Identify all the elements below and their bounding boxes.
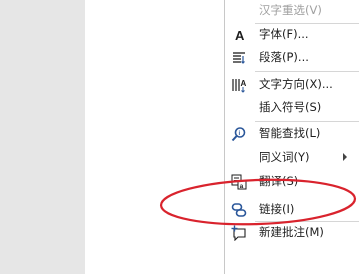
svg-text:A: A	[241, 79, 247, 88]
menu-item-label: 文字方向(X)...	[259, 77, 333, 91]
menu-item-label: 汉字重选(V)	[259, 3, 322, 17]
menu-item-label: 链接(I)	[259, 202, 295, 216]
menu-separator	[255, 71, 359, 72]
context-menu: 汉字重选(V) A 字体(F)... 段落(P)... A 文字方向(X)...…	[224, 0, 359, 274]
text-direction-icon: A	[230, 76, 248, 94]
menu-item-reselect-hanzi: 汉字重选(V)	[225, 0, 359, 22]
new-comment-icon	[230, 224, 248, 242]
menu-item-synonyms[interactable]: 同义词(Y)	[225, 146, 359, 169]
chevron-right-icon	[343, 153, 347, 161]
menu-item-label: 插入符号(S)	[259, 100, 322, 114]
menu-item-label: 智能查找(L)	[259, 126, 321, 140]
menu-item-link[interactable]: 链接(I)	[225, 198, 359, 221]
link-icon	[230, 201, 248, 219]
paragraph-icon	[230, 49, 248, 67]
menu-item-label: 新建批注(M)	[259, 225, 324, 239]
svg-text:A: A	[235, 28, 245, 42]
menu-item-translate[interactable]: a 翻译(S)	[225, 170, 359, 193]
svg-text:a: a	[240, 183, 244, 190]
menu-item-label: 同义词(Y)	[259, 150, 310, 164]
menu-item-font[interactable]: A 字体(F)...	[225, 23, 359, 46]
translate-icon: a	[230, 173, 248, 191]
font-icon: A	[230, 26, 248, 44]
menu-item-paragraph[interactable]: 段落(P)...	[225, 46, 359, 69]
menu-item-insert-symbol[interactable]: 插入符号(S)	[225, 96, 359, 119]
menu-item-text-direction[interactable]: A 文字方向(X)...	[225, 73, 359, 96]
smart-lookup-icon: i	[230, 125, 248, 143]
menu-item-smart-lookup[interactable]: i 智能查找(L)	[225, 122, 359, 145]
menu-item-new-comment[interactable]: 新建批注(M)	[225, 221, 359, 244]
menu-item-label: 段落(P)...	[259, 50, 309, 64]
menu-item-label: 字体(F)...	[259, 27, 309, 41]
menu-item-label: 翻译(S)	[259, 174, 299, 188]
